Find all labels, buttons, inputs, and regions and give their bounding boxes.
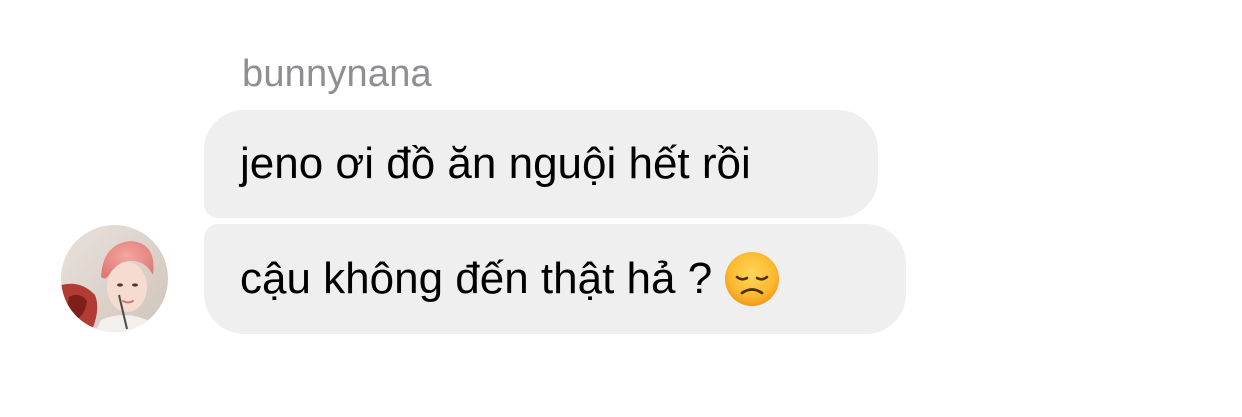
message-bubble[interactable]: jeno ơi đồ ăn nguội hết rồi (204, 110, 878, 218)
profile-photo (61, 225, 168, 332)
message-text: jeno ơi đồ ăn nguội hết rồi (240, 139, 751, 188)
disappointed-face-icon (725, 252, 780, 306)
sender-name: bunnynana (242, 53, 432, 95)
avatar[interactable] (61, 225, 168, 332)
message-text: cậu không đến thật hả ? (240, 254, 713, 303)
message-bubble[interactable]: cậu không đến thật hả ? (204, 224, 906, 334)
